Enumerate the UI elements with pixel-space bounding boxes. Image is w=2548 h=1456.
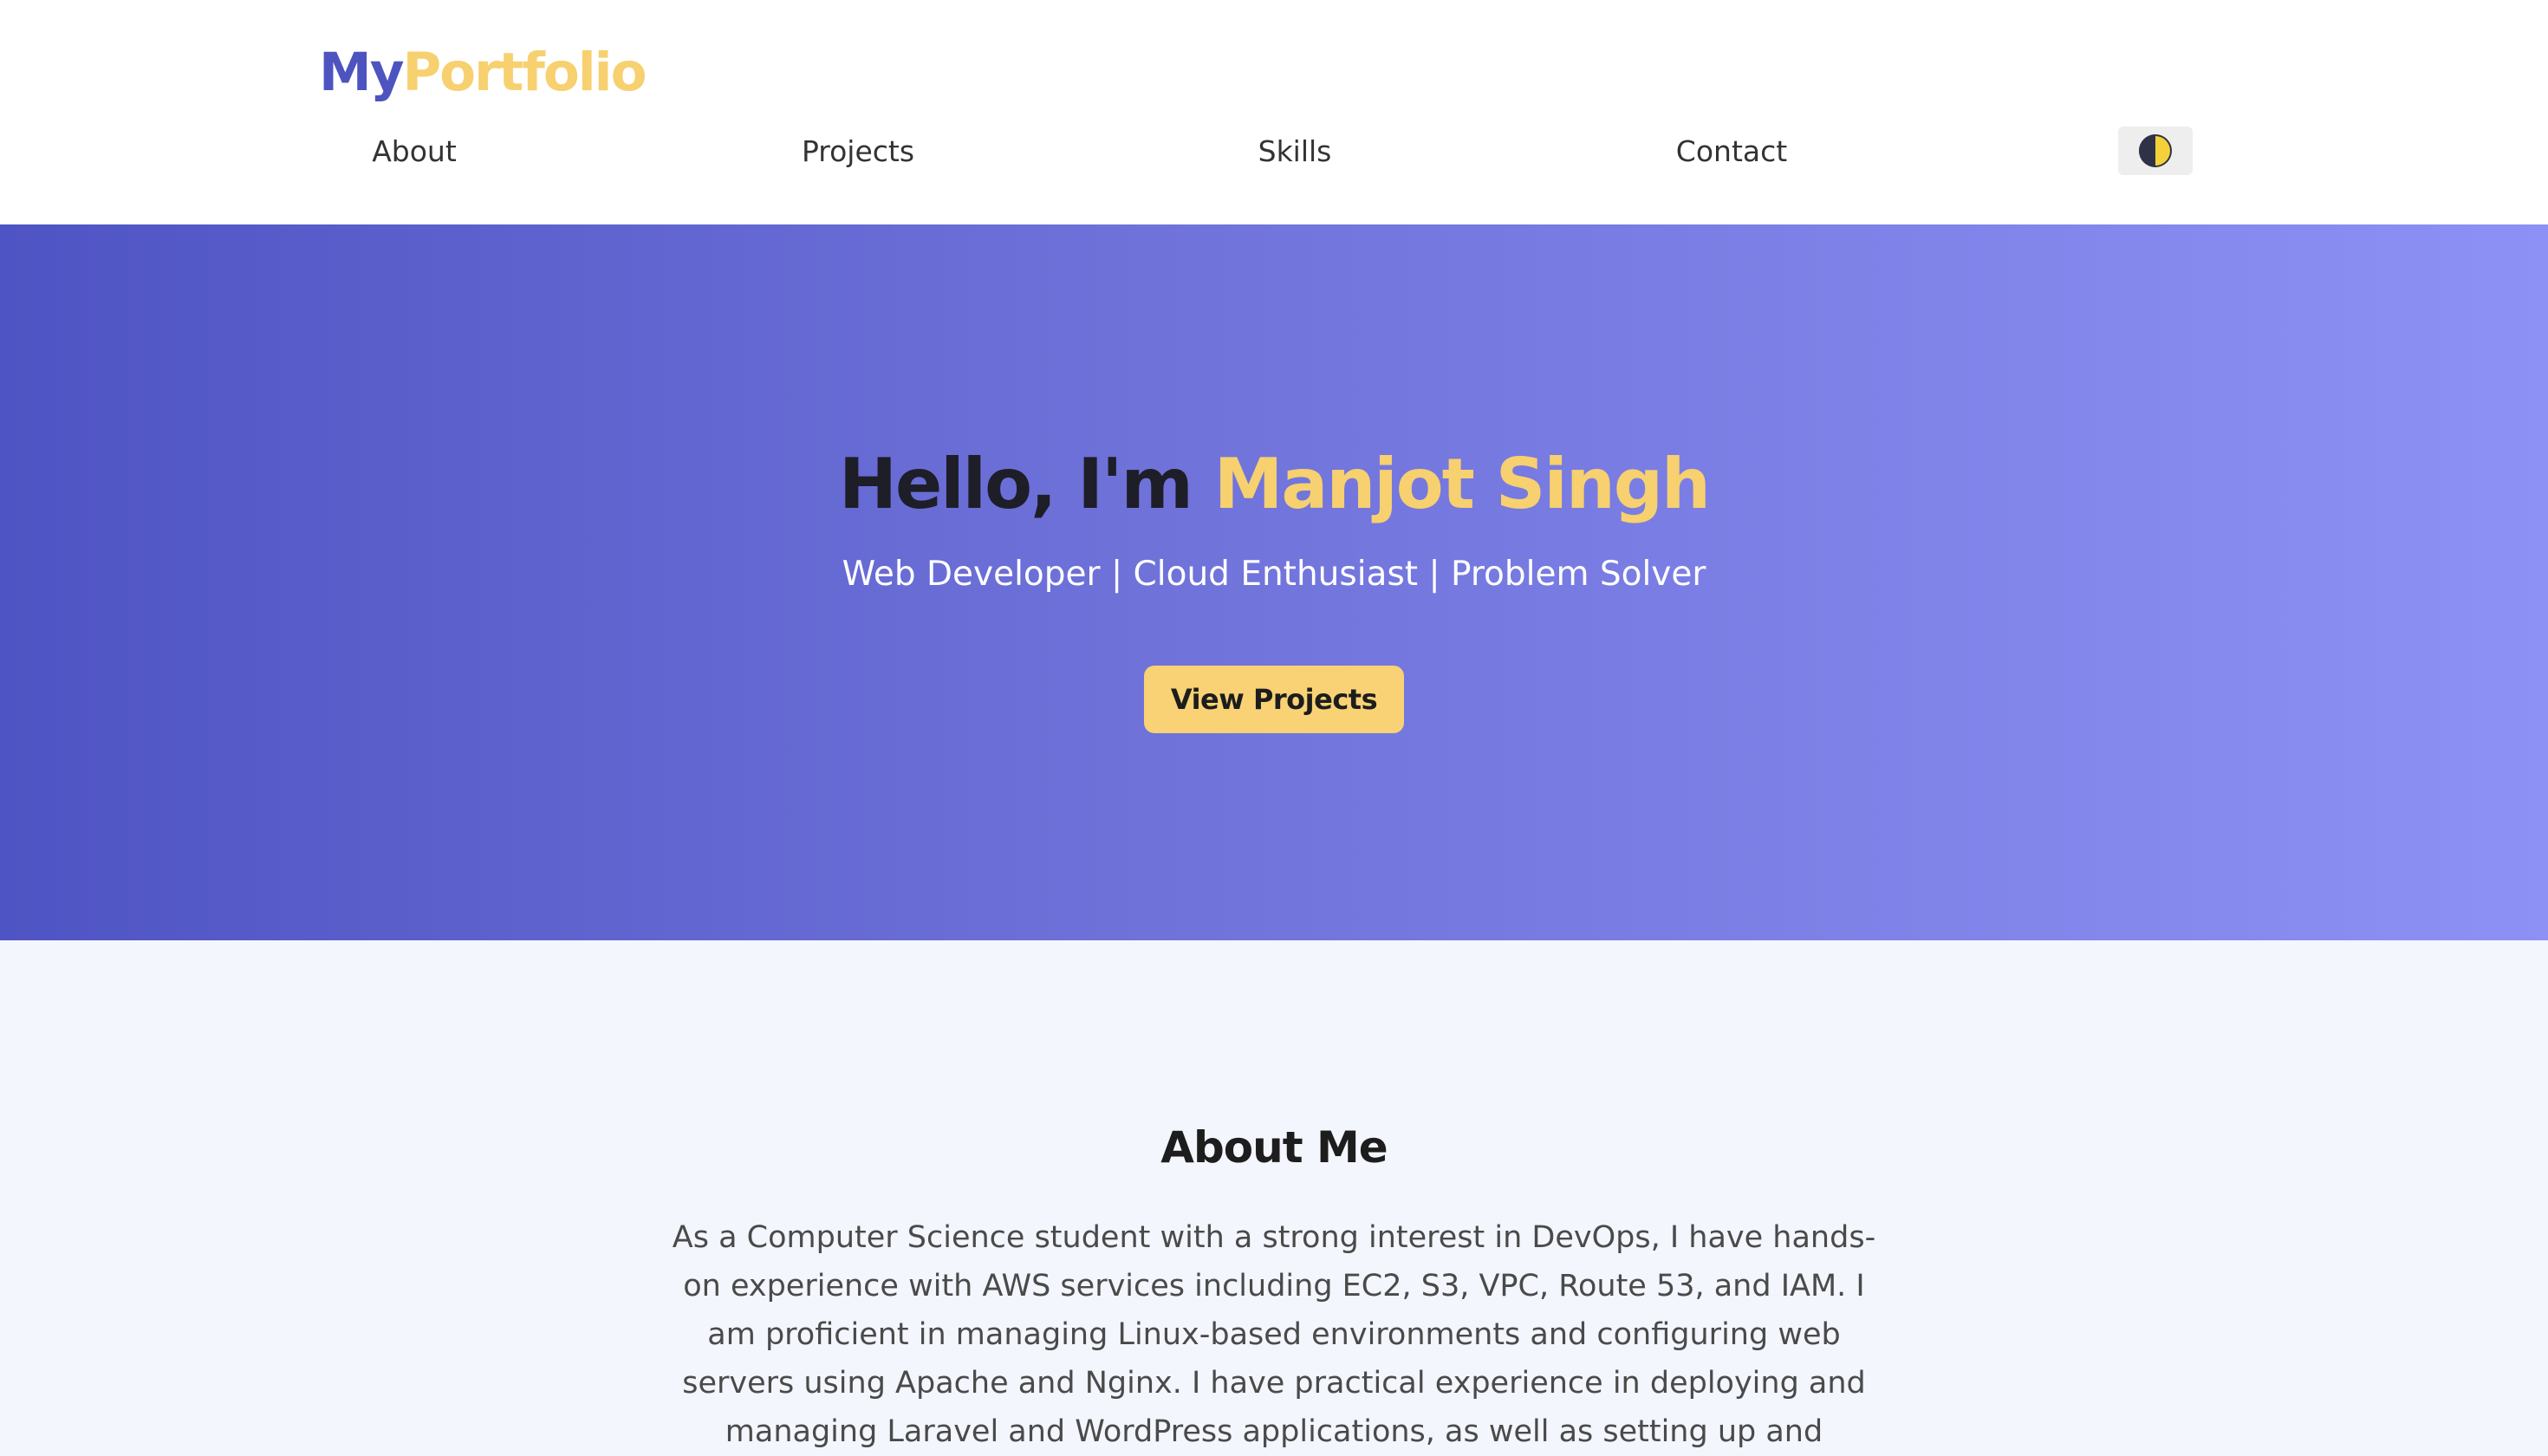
hero-section: Hello, I'm Manjot Singh Web Developer | … xyxy=(0,224,2548,940)
logo-portfolio: Portfolio xyxy=(402,42,647,103)
about-text: As a Computer Science student with a str… xyxy=(672,1220,1876,1449)
theme-toggle-button[interactable] xyxy=(2118,127,2193,175)
site-header: MyPortfolio About Projects Skills Contac… xyxy=(0,0,2548,224)
nav-link-skills[interactable]: Skills xyxy=(1258,121,1332,182)
site-logo[interactable]: MyPortfolio xyxy=(319,38,647,107)
view-projects-button[interactable]: View Projects xyxy=(1144,666,1404,733)
nav-link-contact[interactable]: Contact xyxy=(1676,121,1787,182)
hero-name: Manjot Singh xyxy=(1213,444,1711,524)
nav-link-about[interactable]: About xyxy=(372,121,457,182)
hero-greeting: Hello, I'm xyxy=(839,444,1214,524)
hero-title: Hello, I'm Manjot Singh xyxy=(0,437,2548,532)
nav-link-projects[interactable]: Projects xyxy=(802,121,914,182)
about-title: About Me xyxy=(1160,1122,1388,1173)
logo-my: My xyxy=(319,42,404,103)
hero-subtitle: Web Developer | Cloud Enthusiast | Probl… xyxy=(842,555,1706,594)
half-moon-icon xyxy=(2139,134,2172,167)
